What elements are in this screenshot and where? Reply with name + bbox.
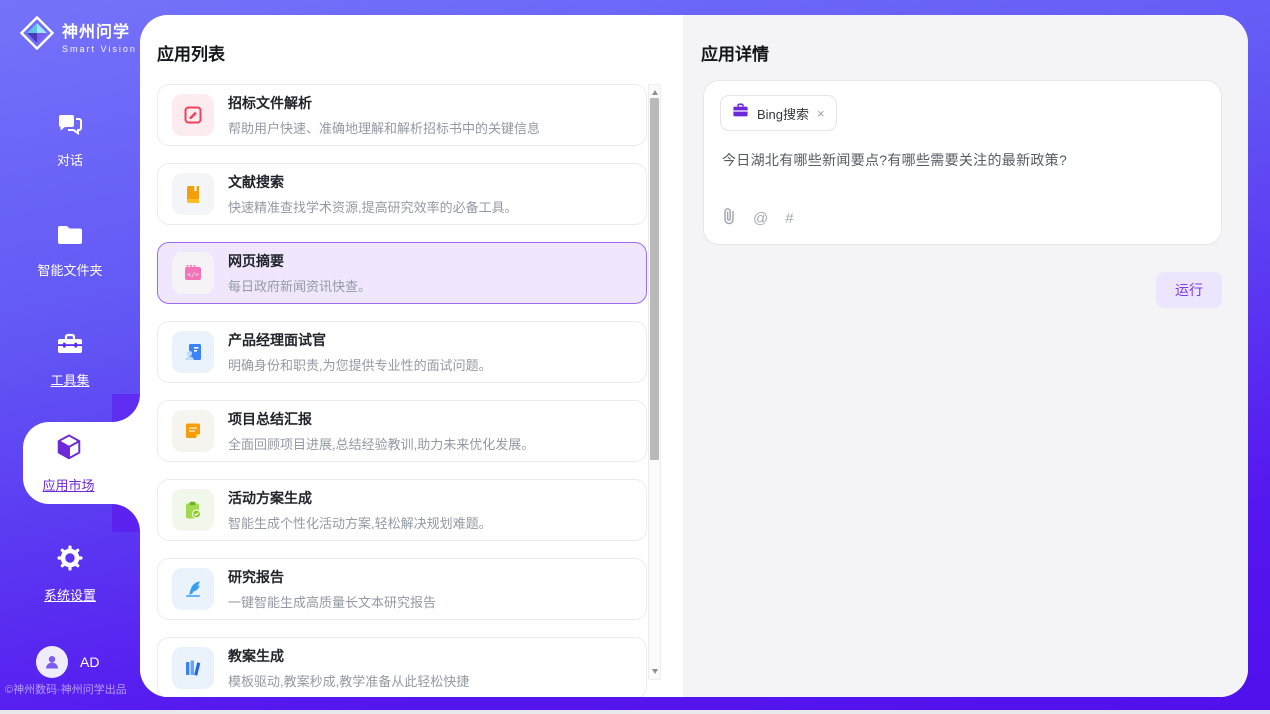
app-card-title: 教案生成 — [228, 646, 469, 666]
sidebar-item-app-market-active[interactable]: 应用市场 — [23, 422, 140, 504]
sidebar-item-label: 工具集 — [50, 370, 89, 389]
tool-chip-bing-search[interactable]: Bing搜索 × — [720, 95, 837, 131]
chat-icon — [55, 110, 85, 143]
app-card-research-report[interactable]: 研究报告 一键智能生成高质量长文本研究报告 — [157, 558, 647, 620]
scrollbar-thumb[interactable] — [650, 98, 659, 460]
sidebar-item-smart-folder[interactable]: 智能文件夹 — [0, 222, 140, 279]
sidebar-item-label: 智能文件夹 — [37, 260, 102, 279]
window-bottom-edge — [0, 710, 1270, 714]
close-icon[interactable]: × — [817, 107, 825, 120]
app-card-webpage-summary-selected[interactable]: </> 网页摘要 每日政府新闻资讯快查。 — [157, 242, 647, 304]
user-account[interactable]: AD — [36, 646, 99, 678]
mention-icon[interactable]: @ — [753, 210, 768, 227]
app-card-project-summary[interactable]: 项目总结汇报 全面回顾项目进展,总结经验教训,助力未来优化发展。 — [157, 400, 647, 462]
sidebar-item-toolset[interactable]: 工具集 — [0, 330, 140, 389]
user-name: AD — [80, 654, 99, 670]
app-card-pm-interviewer[interactable]: 产品经理面试官 明确身份和职责,为您提供专业性的面试问题。 — [157, 321, 647, 383]
avatar[interactable] — [36, 646, 68, 678]
brand-diamond-icon — [20, 16, 54, 55]
run-button[interactable]: 运行 — [1156, 272, 1222, 308]
book-icon — [172, 173, 214, 215]
tool-chip-label: Bing搜索 — [757, 104, 809, 123]
app-card-title: 研究报告 — [228, 567, 436, 587]
sidebar-item-label: 系统设置 — [44, 585, 96, 604]
scroll-up-icon[interactable] — [652, 90, 658, 95]
app-card-desc: 每日政府新闻资讯快查。 — [228, 276, 371, 295]
app-list-title: 应用列表 — [157, 40, 225, 65]
content-area: 应用列表 招标文件解析 帮助用户快速、准确地理解和解析招标书中的关键信息 — [140, 15, 1248, 697]
sidebar: 神州问学 Smart Vision 对话 智能文件夹 — [0, 0, 140, 714]
toolbox-icon — [55, 330, 85, 363]
brand-title: 神州问学 — [62, 18, 137, 42]
app-card-event-plan[interactable]: 活动方案生成 智能生成个性化活动方案,轻松解决规划难题。 — [157, 479, 647, 541]
app-card-title: 项目总结汇报 — [228, 409, 534, 429]
app-card-literature-search[interactable]: 文献搜索 快速精准查找学术资源,提高研究效率的必备工具。 — [157, 163, 647, 225]
app-card-title: 招标文件解析 — [228, 93, 540, 113]
app-card-desc: 模板驱动,教案秒成,教学准备从此轻松快捷 — [228, 671, 469, 690]
app-card-list: 招标文件解析 帮助用户快速、准确地理解和解析招标书中的关键信息 文献搜索 快速精… — [157, 84, 647, 697]
webpage-code-icon: </> — [172, 252, 214, 294]
document-edit-icon — [172, 94, 214, 136]
copyright-footer: ©神州数码·神州问学出品 — [5, 681, 127, 697]
app-logo: 神州问学 Smart Vision — [20, 16, 137, 55]
app-detail-title: 应用详情 — [701, 40, 769, 65]
input-toolbar: @ # — [722, 207, 794, 230]
app-card-desc: 明确身份和职责,为您提供专业性的面试问题。 — [228, 355, 492, 374]
sidebar-item-label: 应用市场 — [42, 475, 94, 494]
folder-icon — [55, 222, 85, 253]
sidebar-item-chat[interactable]: 对话 — [0, 110, 140, 169]
app-card-title: 活动方案生成 — [228, 488, 492, 508]
query-text[interactable]: 今日湖北有哪些新闻要点?有哪些需要关注的最新政策? — [722, 150, 1203, 170]
active-tab-notch-top — [112, 394, 140, 422]
active-tab-notch-bottom — [112, 504, 140, 532]
interviewer-doc-icon — [172, 331, 214, 373]
app-card-desc: 全面回顾项目进展,总结经验教训,助力未来优化发展。 — [228, 434, 534, 453]
app-card-title: 文献搜索 — [228, 172, 518, 192]
person-icon — [43, 653, 61, 671]
clipboard-check-icon — [172, 489, 214, 531]
paperclip-icon[interactable] — [722, 207, 736, 230]
app-card-title: 网页摘要 — [228, 251, 371, 271]
briefcase-icon — [732, 103, 749, 123]
app-card-bid-analysis[interactable]: 招标文件解析 帮助用户快速、准确地理解和解析招标书中的关键信息 — [157, 84, 647, 146]
app-card-desc: 一键智能生成高质量长文本研究报告 — [228, 592, 436, 611]
prompt-input-card[interactable]: Bing搜索 × 今日湖北有哪些新闻要点?有哪些需要关注的最新政策? @ # — [703, 80, 1222, 245]
app-card-desc: 快速精准查找学术资源,提高研究效率的必备工具。 — [228, 197, 518, 216]
app-list-panel: 应用列表 招标文件解析 帮助用户快速、准确地理解和解析招标书中的关键信息 — [140, 15, 683, 697]
brand-subtitle: Smart Vision — [62, 44, 137, 54]
quill-icon — [172, 568, 214, 610]
list-scrollbar[interactable] — [648, 84, 661, 680]
app-card-desc: 智能生成个性化活动方案,轻松解决规划难题。 — [228, 513, 492, 532]
app-card-desc: 帮助用户快速、准确地理解和解析招标书中的关键信息 — [228, 118, 540, 137]
app-detail-panel: 应用详情 Bing搜索 × 今日湖北有哪些新闻要点?有哪些需要关注的最新政策? — [683, 15, 1248, 697]
app-card-title: 产品经理面试官 — [228, 330, 492, 350]
sidebar-item-settings[interactable]: 系统设置 — [0, 543, 140, 604]
cube-icon — [53, 432, 85, 469]
note-icon — [172, 410, 214, 452]
sidebar-item-label: 对话 — [57, 150, 83, 169]
app-card-lesson-plan[interactable]: 教案生成 模板驱动,教案秒成,教学准备从此轻松快捷 — [157, 637, 647, 697]
hash-icon[interactable]: # — [785, 210, 793, 227]
books-icon — [172, 647, 214, 689]
svg-text:</>: </> — [187, 271, 199, 279]
scroll-down-icon[interactable] — [652, 669, 658, 674]
gear-icon — [55, 543, 85, 578]
